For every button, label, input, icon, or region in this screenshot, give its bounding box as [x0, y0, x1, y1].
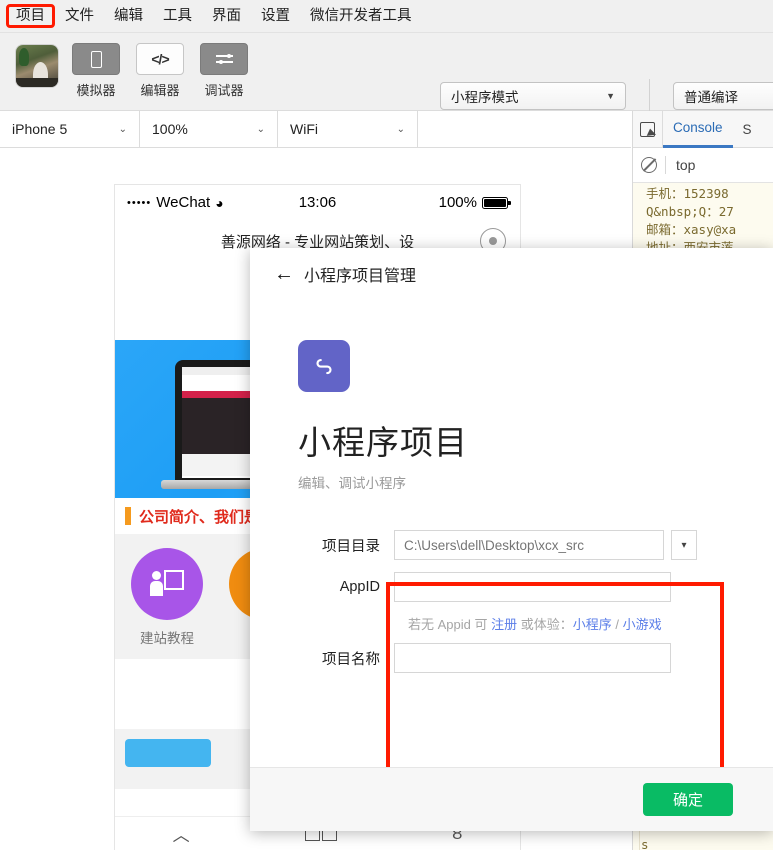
menu-item-edit[interactable]: 编辑: [104, 5, 153, 28]
debugger-button-label: 调试器: [204, 83, 244, 98]
compile-button-label: 普通编译: [684, 90, 738, 105]
hint-separator: /: [611, 617, 623, 632]
clear-console-icon[interactable]: [641, 157, 657, 173]
dialog-subtitle: 编辑、调试小程序: [298, 476, 406, 491]
minigame-link[interactable]: 小游戏: [623, 617, 662, 632]
menu-item-project[interactable]: 项目: [6, 3, 55, 29]
appid-hint: 若无 Appid 可 注册 或体验：小程序 / 小游戏: [408, 614, 773, 633]
dialog-footer: 确定: [250, 767, 773, 831]
tab-sources[interactable]: S: [733, 111, 762, 148]
device-bar: iPhone 5 ⌄ 100% ⌄ WiFi ⌄: [0, 111, 631, 148]
chevron-down-icon: ⌄: [118, 123, 127, 135]
device-select[interactable]: iPhone 5 ⌄: [0, 111, 140, 147]
editor-button-label: 编辑器: [140, 83, 180, 98]
projectname-label: 项目名称: [322, 651, 380, 668]
battery-full-icon: [482, 196, 511, 209]
console-line: Q&nbsp;Q：27: [646, 204, 734, 219]
projectname-input[interactable]: [394, 643, 671, 673]
directory-label: 项目目录: [322, 538, 380, 555]
network-select-value: WiFi: [290, 121, 318, 137]
dialog-header: ← 小程序项目管理: [250, 248, 773, 300]
appid-label: AppID: [339, 579, 380, 595]
compile-button[interactable]: 普通编译: [673, 82, 773, 110]
miniprogram-link[interactable]: 小程序: [573, 617, 612, 632]
dialog-header-title: 小程序项目管理: [304, 268, 417, 285]
avatar-desk: [16, 77, 58, 87]
confirm-button[interactable]: 确定: [643, 783, 733, 816]
devtools-filter-bar: top: [633, 148, 773, 183]
project-form: 项目目录 ▾ AppID 若无 Appid 可 注册 或体验：小程序 / 小游戏…: [298, 530, 773, 673]
menu-item-file[interactable]: 文件: [55, 5, 104, 28]
console-context-select[interactable]: top: [666, 157, 695, 173]
device-select-value: iPhone 5: [12, 121, 68, 137]
app-root: 项目 文件 编辑 工具 界面 设置 微信开发者工具 模拟器 </> 编辑器 调试…: [0, 0, 773, 850]
simulator-button-label: 模拟器: [76, 83, 116, 98]
phone-icon: [90, 50, 102, 68]
debug-icon: [215, 53, 233, 65]
phone-status-bar: ••••• WeChat ◕ 13:06 100%: [115, 185, 520, 220]
console-line: 手机：152398: [646, 186, 729, 201]
menu-item-interface[interactable]: 界面: [202, 5, 251, 28]
toolbar: 模拟器 </> 编辑器 调试器 小程序模式 ▼ 普通编译: [0, 33, 773, 113]
toolbar-button-group: 模拟器 </> 编辑器 调试器: [72, 43, 248, 99]
devtools-tabs: Console S: [633, 111, 773, 148]
presentation-icon: [131, 548, 203, 620]
field-row-directory: 项目目录 ▾: [298, 530, 773, 560]
debugger-button[interactable]: 调试器: [200, 43, 248, 99]
section-accent-bar: [125, 507, 131, 525]
appid-input[interactable]: [394, 572, 671, 602]
simulator-button[interactable]: 模拟器: [72, 43, 120, 99]
menu-item-tools[interactable]: 工具: [153, 5, 202, 28]
status-bar-right: 100%: [438, 194, 511, 211]
hint-prefix: 若无 Appid 可: [408, 617, 492, 632]
mode-select-value: 小程序模式: [451, 90, 519, 105]
editor-button-box: </>: [136, 43, 184, 75]
simulator-button-box: [72, 43, 120, 75]
menu-item-settings[interactable]: 设置: [251, 5, 300, 28]
register-link[interactable]: 注册: [491, 617, 517, 632]
zoom-select-value: 100%: [152, 121, 188, 137]
directory-input[interactable]: [394, 530, 664, 560]
cursor-select-icon[interactable]: [633, 111, 663, 148]
project-manager-dialog: ← 小程序项目管理 小程序项目 编辑、调试小程序 项目目录 ▾ AppID: [250, 248, 773, 831]
back-arrow-icon[interactable]: ←: [274, 264, 294, 284]
dialog-body: 小程序项目 编辑、调试小程序 项目目录 ▾ AppID 若无 Appid 可 注…: [250, 340, 773, 818]
menu-item-devtools[interactable]: 微信开发者工具: [300, 5, 422, 28]
network-select[interactable]: WiFi ⌄: [278, 111, 418, 147]
chevron-down-icon: ⌄: [396, 123, 405, 135]
toolbar-divider: [649, 79, 650, 113]
editor-button[interactable]: </> 编辑器: [136, 43, 184, 99]
presentation-glyph: [150, 570, 184, 598]
dialog-title: 小程序项目: [298, 424, 468, 461]
chevron-down-icon: ⌄: [256, 123, 265, 135]
code-line: s: [641, 837, 649, 850]
back-up-icon[interactable]: ︿: [173, 821, 190, 846]
bottom-card-button[interactable]: [125, 739, 211, 767]
section-title-text: 公司简介、我们是: [139, 508, 260, 526]
mode-select[interactable]: 小程序模式 ▼: [440, 82, 626, 110]
tab-console[interactable]: Console: [663, 111, 733, 148]
console-line: 邮箱：xasy@xa: [646, 222, 737, 237]
hint-middle: 或体验：: [517, 617, 573, 632]
field-row-projectname: 项目名称: [298, 643, 773, 673]
chevron-down-icon[interactable]: ▾: [671, 530, 697, 560]
code-icon: </>: [151, 51, 169, 67]
zoom-select[interactable]: 100% ⌄: [140, 111, 278, 147]
grid-item-label: 建站教程: [140, 631, 194, 646]
field-row-appid: AppID: [298, 572, 773, 602]
menu-bar: 项目 文件 编辑 工具 界面 设置 微信开发者工具: [0, 0, 773, 33]
avatar-plant: [18, 47, 30, 66]
chevron-down-icon: ▼: [606, 91, 615, 101]
grid-item-tutorial[interactable]: 建站教程: [125, 548, 209, 647]
console-output: 手机：152398 Q&nbsp;Q：27 邮箱：xasy@xa 地址：西安市莲: [633, 183, 773, 255]
battery-percent-label: 100%: [438, 194, 477, 211]
avatar[interactable]: [16, 45, 58, 87]
debugger-button-box: [200, 43, 248, 75]
miniprogram-logo-icon: [298, 340, 350, 392]
